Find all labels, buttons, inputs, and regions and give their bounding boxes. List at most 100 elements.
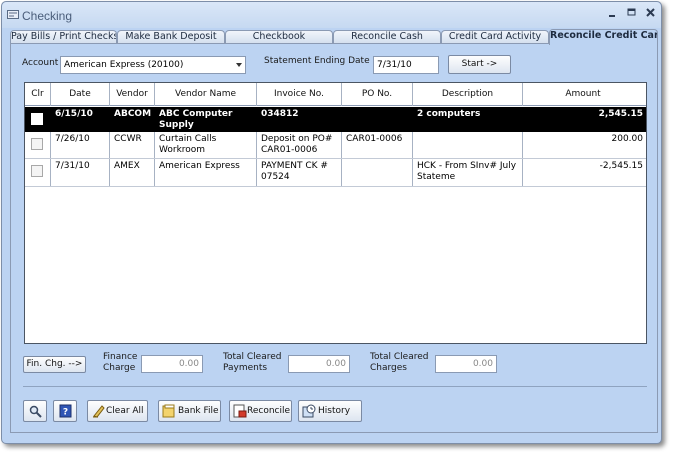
total-cleared-charges-label: Total Cleared Charges (370, 352, 428, 374)
cleared-cell (25, 159, 51, 186)
statement-ending-date-input[interactable]: 7/31/10 (373, 56, 439, 74)
description-line: HCK - From SInv# July (417, 161, 517, 171)
total-cleared-payments-field: 0.00 (288, 355, 350, 373)
column-header-date[interactable]: Date (51, 83, 110, 106)
account-label: Account (22, 58, 59, 68)
transactions-grid: Clr Date Vendor Vendor Name Invoice No. … (24, 82, 647, 344)
start-button[interactable]: Start -> (448, 55, 511, 74)
description-cell: HCK - From SInv# July Stateme (413, 159, 523, 186)
amount-cell: -2,545.15 (599, 161, 643, 171)
vendor-name-cell: American Express (155, 159, 257, 186)
bank-file-label: Bank File (178, 406, 219, 416)
tab-reconcile-credit-card[interactable]: Reconcile Credit Card (549, 29, 658, 45)
finance-charge-label: Finance Charge (103, 352, 137, 374)
account-select[interactable]: American Express (20100) (60, 56, 246, 74)
tab-pay-bills[interactable]: Pay Bills / Print Checks (10, 30, 117, 44)
tab-make-bank-deposit[interactable]: Make Bank Deposit (117, 30, 225, 44)
po-cell: CAR01-0006 (342, 132, 413, 158)
clear-all-button[interactable]: Clear All (87, 400, 148, 422)
minimize-button[interactable] (606, 6, 620, 20)
invoice-line: Deposit on PO# (261, 134, 333, 144)
checkbook-app-icon (7, 10, 19, 23)
table-row[interactable]: 7/31/10 AMEX American Express PAYMENT CK… (25, 159, 646, 187)
cleared-charges-label-line: Charges (370, 363, 407, 373)
cleared-cell (25, 107, 51, 132)
column-header-description[interactable]: Description (413, 83, 523, 106)
finance-charge-label-line: Charge (103, 363, 136, 373)
help-book-icon: ? (59, 404, 72, 421)
history-button[interactable]: History (298, 400, 362, 422)
tab-strip: Pay Bills / Print Checks Make Bank Depos… (10, 29, 658, 45)
invoice-line: 07524 (261, 172, 290, 182)
finance-charge-field[interactable]: 0.00 (141, 355, 203, 373)
help-button[interactable]: ? (53, 400, 77, 422)
table-row[interactable]: 7/26/10 CCWR Curtain Calls Workroom Depo… (25, 132, 646, 159)
cleared-checkbox[interactable] (31, 138, 43, 150)
column-header-vendor-name[interactable]: Vendor Name (155, 83, 257, 106)
invoice-line: PAYMENT CK # (261, 161, 328, 171)
reconcile-button[interactable]: Reconcile (229, 400, 292, 422)
invoice-line: CAR01-0006 (261, 145, 318, 155)
bank-file-button[interactable]: Bank File (158, 400, 221, 422)
folder-icon (162, 404, 176, 421)
description-line: Stateme (417, 172, 456, 182)
invoice-cell: PAYMENT CK # 07524 (257, 159, 342, 186)
cleared-payments-label-line: Payments (223, 363, 268, 373)
column-header-clr[interactable]: Clr (25, 83, 51, 106)
maximize-button[interactable] (625, 6, 639, 20)
grid-header: Clr Date Vendor Vendor Name Invoice No. … (25, 83, 646, 106)
title-bar[interactable]: Checking (2, 2, 661, 28)
finance-charge-value: 0.00 (178, 359, 199, 369)
close-button[interactable] (644, 6, 658, 20)
svg-text:?: ? (63, 408, 68, 418)
finance-charge-label-line: Finance (103, 352, 138, 362)
tab-checkbook[interactable]: Checkbook (225, 30, 333, 44)
vendor-name-cell: Curtain Calls Workroom (155, 132, 257, 158)
description-cell (413, 132, 523, 158)
cleared-payments-value: 0.00 (325, 359, 346, 369)
start-button-label: Start -> (461, 59, 498, 69)
vendor-cell: CCWR (110, 132, 155, 158)
date-cell: 7/31/10 (51, 159, 110, 186)
column-header-invoice-no[interactable]: Invoice No. (257, 83, 342, 106)
vendor-cell: AMEX (110, 159, 155, 186)
account-value: American Express (20100) (64, 60, 184, 70)
cleared-checkbox[interactable] (31, 113, 43, 125)
finance-charge-button[interactable]: Fin. Chg. --> (23, 356, 86, 373)
finance-charge-button-label: Fin. Chg. --> (26, 359, 83, 369)
column-header-vendor[interactable]: Vendor (110, 83, 155, 106)
cleared-charges-value: 0.00 (472, 359, 493, 369)
statement-ending-date-label: Statement Ending Date (264, 56, 370, 66)
reconcile-icon (233, 404, 247, 421)
invoice-cell: 034812 (257, 107, 342, 132)
cleared-cell (25, 132, 51, 158)
column-header-po-no[interactable]: PO No. (342, 83, 413, 106)
column-header-amount[interactable]: Amount (523, 83, 646, 106)
tab-reconcile-cash[interactable]: Reconcile Cash (333, 30, 441, 44)
history-label: History (318, 406, 351, 416)
tab-credit-card-activity[interactable]: Credit Card Activity (441, 30, 549, 44)
description-cell: 2 computers (413, 107, 523, 132)
eraser-icon (91, 404, 105, 421)
date-cell: 7/26/10 (51, 132, 110, 158)
vendor-cell: ABCOM (110, 107, 155, 132)
cleared-charges-label-line: Total Cleared (370, 352, 429, 362)
amount-cell: 200.00 (611, 134, 644, 144)
po-cell (342, 159, 413, 186)
clear-all-label: Clear All (106, 406, 144, 416)
reconcile-label: Reconcile (247, 406, 291, 416)
search-button[interactable] (23, 400, 47, 422)
divider (23, 386, 647, 387)
checking-window: Checking Pay Bills / Print Checks Make B… (1, 1, 662, 444)
cleared-checkbox[interactable] (31, 165, 43, 177)
date-cell: 6/15/10 (51, 107, 110, 132)
total-cleared-charges-field: 0.00 (435, 355, 497, 373)
window-title: Checking (22, 9, 73, 23)
amount-cell: 2,545.15 (598, 109, 643, 119)
table-row[interactable]: 6/15/10 ABCOM ABC Computer Supply 034812… (25, 107, 646, 132)
chevron-down-icon[interactable] (236, 63, 242, 67)
invoice-cell: Deposit on PO# CAR01-0006 (257, 132, 342, 158)
vendor-name-cell: ABC Computer Supply (155, 107, 257, 132)
statement-ending-date-value: 7/31/10 (377, 60, 412, 70)
reconcile-credit-card-panel: Account American Express (20100) Stateme… (10, 43, 658, 433)
